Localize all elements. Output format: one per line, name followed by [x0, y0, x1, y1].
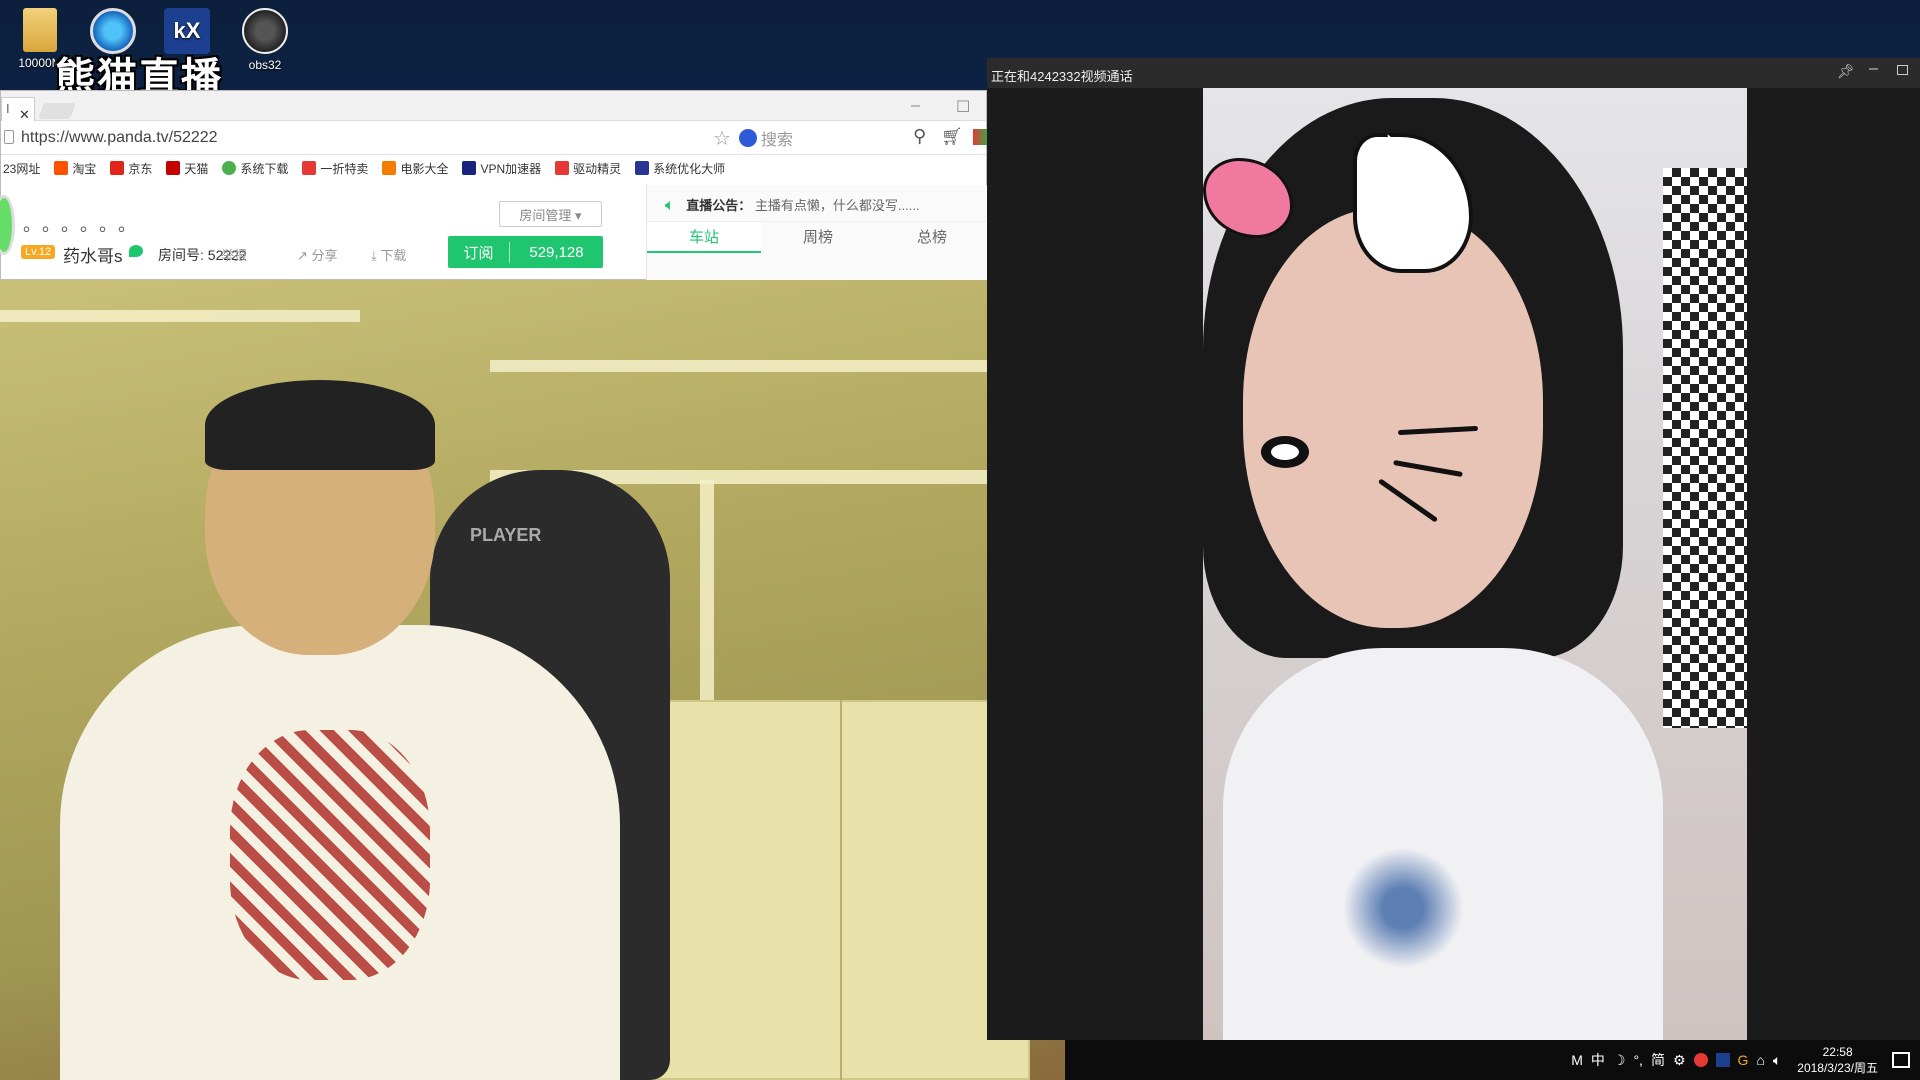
- chair-brand: PLAYER: [470, 525, 542, 545]
- shelf: [0, 310, 360, 322]
- sale-icon: [302, 161, 317, 175]
- driver-icon: [555, 161, 570, 175]
- shirt-print: [230, 730, 430, 980]
- bookmark-item[interactable]: 系统优化大师: [635, 160, 725, 177]
- tab-weekly[interactable]: 周榜: [761, 222, 875, 253]
- call-video-feed: [1203, 88, 1747, 1040]
- subscriber-count: 529,128: [529, 243, 584, 261]
- url-field[interactable]: https://www.panda.tv/52222: [21, 129, 218, 147]
- tray-item[interactable]: ⚙: [1673, 1052, 1686, 1069]
- search-icon[interactable]: ⚲: [913, 126, 926, 147]
- share-icon: ↗: [297, 248, 312, 263]
- download-icon: ⤓: [371, 248, 381, 263]
- tray-app-icon[interactable]: G: [1738, 1052, 1749, 1068]
- taskbar: M 中 ☽ °, 简 ⚙ G ⌂ 🔈︎ 22:58 2018/3/23/周五: [1065, 1040, 1920, 1080]
- announcement: 🔈︎ 直播公告： 主播有点懒，什么都没写......: [665, 197, 920, 214]
- video-call-window: 正在和4242332视频通话 📌︎ –: [987, 58, 1920, 1040]
- bookmark-item[interactable]: 系统下载: [222, 160, 288, 177]
- share-button[interactable]: ↗ 分享: [297, 245, 338, 264]
- search-box[interactable]: 搜索: [739, 125, 939, 151]
- subscribe-button[interactable]: 订阅 529,128: [448, 236, 603, 268]
- rank-tabs: 车站 周榜 总榜: [647, 221, 989, 253]
- vpn-icon: [462, 161, 477, 175]
- tab-title: I: [6, 101, 10, 116]
- address-bar: https://www.panda.tv/52222 ☆ 搜索 ⚲ 🛒︎: [1, 121, 987, 155]
- download-button[interactable]: ⤓ 下载: [371, 245, 406, 264]
- bookmark-item[interactable]: 电影大全: [382, 160, 448, 177]
- call-titlebar: 正在和4242332视频通话 📌︎ –: [987, 58, 1920, 88]
- tray-item[interactable]: °,: [1633, 1052, 1643, 1068]
- dress-print: [1323, 848, 1483, 968]
- maximize-icon[interactable]: [1897, 65, 1908, 75]
- network-icon[interactable]: ⌂: [1756, 1052, 1764, 1068]
- new-tab-button[interactable]: [38, 103, 76, 119]
- bookmark-item[interactable]: 一折特卖: [302, 160, 368, 177]
- download-site-icon: [222, 161, 237, 175]
- jd-icon: [110, 161, 125, 175]
- tray-app-icon[interactable]: [1715, 1053, 1730, 1067]
- room-title: 。。。。。。: [23, 215, 146, 235]
- bookmark-item[interactable]: 天猫: [166, 160, 208, 177]
- pin-icon[interactable]: 📌︎: [1837, 63, 1855, 80]
- optimizer-icon: [635, 161, 650, 175]
- host-name[interactable]: 药水哥s: [63, 242, 123, 267]
- bookmark-item[interactable]: 淘宝: [54, 160, 96, 177]
- browser-window: I ✕ – ☐ https://www.panda.tv/52222 ☆ 搜索 …: [0, 90, 989, 281]
- browser-tab[interactable]: I ✕: [1, 97, 35, 122]
- tmall-icon: [166, 161, 181, 175]
- curtain: [1663, 168, 1747, 728]
- report-button[interactable]: 举报: [221, 245, 247, 264]
- room-manage-dropdown[interactable]: 房间管理 ▾: [499, 201, 602, 227]
- minimize-icon[interactable]: –: [911, 97, 920, 115]
- shopping-icon[interactable]: 🛒︎: [941, 127, 963, 147]
- tab-total[interactable]: 总榜: [875, 222, 989, 253]
- notification-icon[interactable]: [1892, 1052, 1910, 1068]
- notice-panel: 🔈︎ 直播公告： 主播有点懒，什么都没写...... 车站 周榜 总榜: [646, 185, 989, 281]
- tray-app-icon[interactable]: [1693, 1053, 1708, 1067]
- search-input[interactable]: 搜索: [761, 126, 793, 150]
- avatar[interactable]: [0, 195, 15, 255]
- clock-date: 2018/3/23/周五: [1797, 1061, 1878, 1075]
- page-icon: [4, 130, 14, 144]
- desktop-icon-obs[interactable]: obs32: [230, 8, 300, 72]
- clock[interactable]: 22:58 2018/3/23/周五: [1797, 1044, 1878, 1076]
- speaker-icon: 🔈︎: [665, 197, 675, 214]
- tray-item[interactable]: ☽: [1613, 1052, 1626, 1069]
- movie-icon: [382, 161, 397, 175]
- clock-time: 22:58: [1822, 1045, 1853, 1059]
- subscribe-label: 订阅: [448, 241, 510, 263]
- tab-station[interactable]: 车站: [647, 222, 761, 253]
- volume-icon[interactable]: 🔈︎: [1773, 1052, 1781, 1069]
- bookmark-item[interactable]: 京东: [110, 160, 152, 177]
- tray-item[interactable]: M: [1571, 1052, 1583, 1068]
- bookmark-bar: 23网址 淘宝 京东 天猫 系统下载 一折特卖 电影大全 VPN加速器 驱动精灵…: [1, 155, 986, 181]
- level-badge: Lv.12: [21, 245, 56, 259]
- taobao-icon: [54, 161, 69, 175]
- star-icon[interactable]: ☆: [713, 126, 731, 151]
- call-title: 正在和4242332视频通话: [991, 69, 1133, 84]
- shelf: [700, 480, 714, 710]
- folder-icon: [23, 8, 57, 52]
- cat-nose-highlight: [1271, 444, 1299, 460]
- desktop-icon-label: obs32: [248, 58, 282, 72]
- bookmark-item[interactable]: VPN加速器: [462, 160, 541, 177]
- maximize-icon[interactable]: ☐: [956, 97, 970, 117]
- chat-icon: [129, 245, 143, 257]
- minimize-icon[interactable]: –: [1869, 60, 1878, 78]
- shelf: [490, 360, 990, 372]
- tab-bar: I ✕ – ☐: [1, 91, 986, 122]
- bookmark-item[interactable]: 23网址: [3, 160, 40, 177]
- streamer-hair: [205, 380, 435, 470]
- tray-item[interactable]: 中: [1591, 1050, 1605, 1070]
- bookmark-item[interactable]: 驱动精灵: [555, 160, 621, 177]
- baidu-icon: [739, 129, 757, 147]
- cabinet-door: [840, 700, 842, 1080]
- obs-icon: [242, 8, 288, 54]
- tray-item[interactable]: 简: [1651, 1050, 1665, 1070]
- extension-icon[interactable]: [973, 129, 987, 145]
- system-tray: M 中 ☽ °, 简 ⚙ G ⌂ 🔈︎: [1571, 1050, 1781, 1070]
- streamer-webcam: PLAYER: [0, 280, 1065, 1080]
- caller-dress: [1223, 648, 1663, 1040]
- room-header: 。。。。。。 房间管理 ▾ Lv.12 药水哥s 房间号: 52222 举报 ↗…: [0, 181, 989, 281]
